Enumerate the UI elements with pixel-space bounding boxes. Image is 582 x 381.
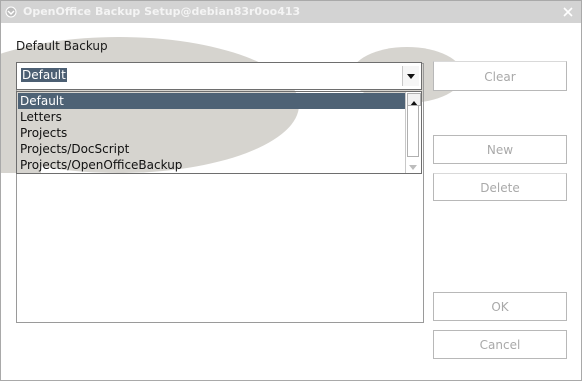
cancel-button[interactable]: Cancel [433, 330, 567, 359]
new-button[interactable]: New [433, 135, 567, 164]
backup-setup-window: OpenOffice Backup Setup@debian83r0oo413 … [0, 0, 582, 381]
default-backup-label: Default Backup [16, 39, 108, 53]
scroll-down-button[interactable] [407, 158, 419, 170]
list-item[interactable]: Projects [18, 125, 405, 141]
list-item[interactable]: Projects/OpenOfficeBackup [18, 157, 405, 173]
combo-dropdown-button[interactable] [402, 66, 419, 86]
clear-button[interactable]: Clear [433, 61, 567, 91]
chevron-down-icon [407, 74, 415, 79]
chevron-down-icon [409, 165, 417, 170]
list-item[interactable]: Letters [18, 109, 405, 125]
ok-button[interactable]: OK [433, 292, 567, 321]
close-icon[interactable] [560, 4, 576, 20]
backup-combo[interactable]: Default [16, 62, 422, 90]
dialog-content: Default Backup Default Default Letters P… [1, 23, 581, 380]
backup-dropdown-list[interactable]: Default Letters Projects Projects/DocScr… [16, 91, 422, 174]
delete-button[interactable]: Delete [433, 173, 567, 201]
list-item[interactable]: Projects/DocScript [18, 141, 405, 157]
scroll-thumb[interactable] [407, 105, 419, 157]
list-item[interactable]: Default [18, 93, 405, 109]
dropdown-scrollbar[interactable] [405, 92, 421, 173]
window-title: OpenOffice Backup Setup@debian83r0oo413 [23, 5, 301, 18]
title-bar[interactable]: OpenOffice Backup Setup@debian83r0oo413 [1, 1, 581, 23]
combo-value[interactable]: Default [21, 68, 67, 82]
window-menu-icon[interactable] [5, 6, 17, 18]
